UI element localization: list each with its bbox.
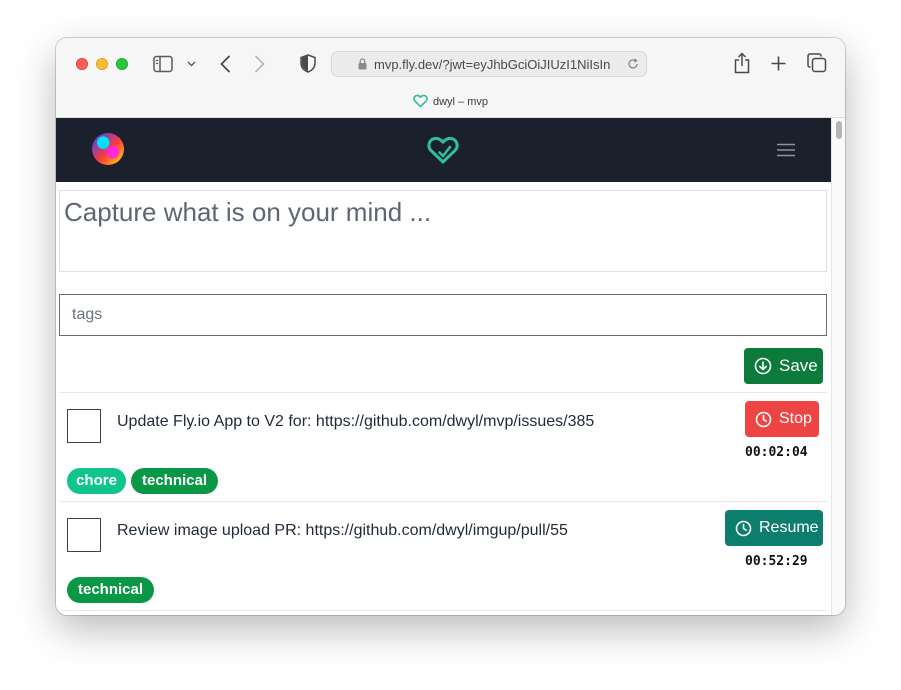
tabs-overview-icon[interactable] [807,53,827,73]
item-timer: 00:02:04 [745,445,808,460]
item-checkbox[interactable] [67,409,101,443]
user-avatar[interactable] [92,133,124,165]
clock-icon [755,411,772,427]
stop-button[interactable]: Stop [745,401,819,437]
resume-button-label: Resume [759,519,819,536]
tag-technical[interactable]: technical [131,468,218,494]
tags-input[interactable]: tags [59,294,827,336]
minimize-window-button[interactable] [96,58,108,70]
hamburger-menu-icon[interactable] [777,143,795,157]
sidebar-icon[interactable] [153,55,173,73]
zoom-window-button[interactable] [116,58,128,70]
chevron-down-icon[interactable] [187,61,196,67]
chevron-left-icon[interactable] [219,55,231,73]
tag-chore[interactable]: chore [67,468,126,494]
page-viewport: Capture what is on your mind ... tags Sa… [56,118,831,615]
address-url[interactable]: mvp.fly.dev/?jwt=eyJhbGciOiJIUzI1NiIsIn [374,57,619,72]
heart-logo-icon[interactable] [427,135,459,165]
stop-button-label: Stop [779,410,812,427]
scrollbar-thumb[interactable] [836,121,842,139]
clock-icon [735,520,752,536]
browser-window: mvp.fly.dev/?jwt=eyJhbGciOiJIUzI1NiIsIn … [56,38,845,615]
plus-icon[interactable] [770,55,787,72]
heart-favicon-icon [413,94,428,108]
close-window-button[interactable] [76,58,88,70]
vertical-scrollbar[interactable] [831,118,845,615]
tab-title-label: dwyl – mvp [432,96,489,108]
divider [59,501,827,502]
item-text: Update Fly.io App to V2 for: https://git… [117,413,595,430]
save-button-label: Save [779,356,818,375]
divider [59,392,827,393]
browser-toolbar: mvp.fly.dev/?jwt=eyJhbGciOiJIUzI1NiIsIn … [56,38,845,118]
share-icon[interactable] [733,52,751,74]
shield-icon[interactable] [300,54,316,73]
lock-icon [358,58,367,70]
resume-button[interactable]: Resume [725,510,823,546]
item-text: Review image upload PR: https://github.c… [117,522,568,539]
tag-technical[interactable]: technical [67,577,154,603]
item-timer: 00:52:29 [745,554,808,569]
chevron-right-icon[interactable] [254,55,266,73]
reload-icon[interactable] [627,58,639,70]
arrow-down-circle-icon [754,357,772,375]
divider [59,610,827,611]
save-button[interactable]: Save [744,348,823,384]
address-bar[interactable]: mvp.fly.dev/?jwt=eyJhbGciOiJIUzI1NiIsIn [331,51,647,77]
capture-textarea[interactable]: Capture what is on your mind ... [59,190,827,272]
tab-title[interactable]: dwyl – mvp [56,94,845,108]
app-navbar [56,118,831,182]
item-checkbox[interactable] [67,518,101,552]
